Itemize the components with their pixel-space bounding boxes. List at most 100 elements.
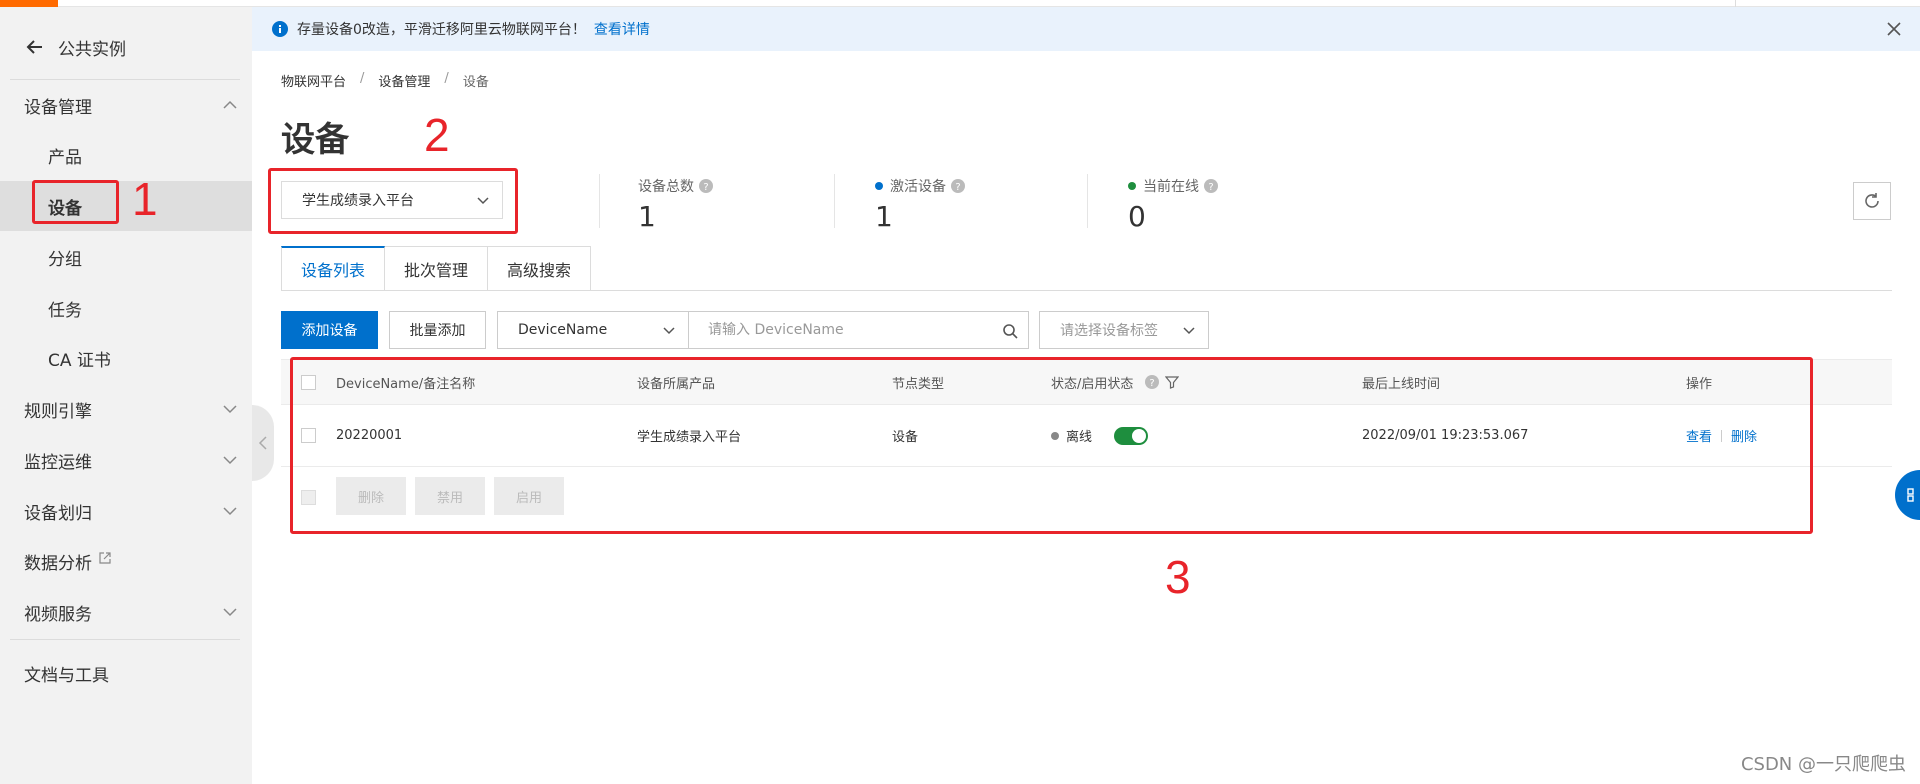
header-actions: 操作: [1686, 376, 1713, 392]
sidebar-item-ca-certs[interactable]: CA 证书: [0, 333, 252, 383]
header-last-online: 最后上线时间: [1362, 376, 1441, 392]
table-header: DeviceName/备注名称 设备所属产品 节点类型 状态/启用状态 ? 最后…: [281, 359, 1892, 405]
notice-text: 存量设备0改造，平滑迁移阿里云物联网平台！: [297, 22, 586, 38]
search-input[interactable]: [689, 312, 979, 348]
sidebar-item-tasks[interactable]: 任务: [0, 283, 252, 333]
tab-batch-management[interactable]: 批次管理: [385, 246, 489, 291]
sidebar-item-label: 文档与工具: [24, 665, 109, 686]
select-all-checkbox[interactable]: [301, 374, 316, 390]
svg-text:?: ?: [1208, 182, 1213, 193]
breadcrumb-current: 设备: [462, 75, 489, 90]
search-field-select[interactable]: DeviceName: [497, 311, 689, 349]
sidebar-item-label: 规则引擎: [24, 401, 92, 422]
tab-advanced-search[interactable]: 高级搜索: [488, 246, 592, 291]
floating-apps-button[interactable]: [1895, 470, 1920, 520]
stat-label: 激活设备: [890, 179, 946, 195]
help-icon[interactable]: ?: [699, 179, 713, 193]
sidebar-item-video-service[interactable]: 视频服务: [0, 587, 252, 637]
header-node-type: 节点类型: [892, 376, 945, 392]
help-icon[interactable]: ?: [1145, 375, 1160, 389]
sidebar-item-label: 设备划归: [24, 503, 92, 524]
view-device-link[interactable]: 查看: [1686, 426, 1712, 445]
batch-add-button[interactable]: 批量添加: [389, 311, 486, 349]
stat-value: 1: [638, 200, 656, 233]
enable-toggle[interactable]: [1114, 426, 1149, 445]
sidebar-item-label: 监控运维: [24, 452, 92, 473]
device-tabs: 设备列表 批次管理 高级搜索: [281, 246, 592, 291]
info-icon: [272, 21, 288, 37]
notice-details-link[interactable]: 查看详情: [594, 19, 650, 39]
header-status-label: 状态/启用状态: [1051, 376, 1134, 392]
sidebar-item-data-analysis[interactable]: 数据分析: [0, 536, 252, 586]
stat-value: 0: [1128, 200, 1146, 233]
sidebar-item-groups[interactable]: 分组: [0, 232, 252, 282]
chevron-down-icon: [223, 405, 237, 414]
sidebar-item-label: 设备: [48, 198, 82, 219]
sidebar-item-rule-engine[interactable]: 规则引擎: [0, 384, 252, 434]
notice-banner: 存量设备0改造，平滑迁移阿里云物联网平台！ 查看详情: [252, 7, 1920, 51]
tab-device-list[interactable]: 设备列表: [281, 246, 386, 291]
search-field-value: DeviceName: [518, 322, 608, 338]
svg-text:?: ?: [955, 182, 960, 193]
close-icon[interactable]: [1886, 21, 1902, 37]
chevron-left-icon: [258, 436, 267, 450]
cell-product: 学生成绩录入平台: [637, 430, 742, 445]
delete-device-link[interactable]: 删除: [1731, 426, 1757, 445]
app-root: 公共实例 设备管理 产品 设备 分组 任务 CA 证书 规则引擎 监控运维 设备…: [0, 0, 1920, 784]
breadcrumb: 物联网平台 / 设备管理 / 设备: [281, 71, 489, 90]
brand-accent: [0, 0, 58, 7]
batch-disable-button[interactable]: 禁用: [415, 477, 485, 515]
chevron-down-icon: [223, 507, 237, 516]
sidebar-item-device-assignment[interactable]: 设备划归: [0, 486, 252, 536]
svg-text:?: ?: [1150, 378, 1155, 389]
refresh-icon: [1865, 193, 1879, 208]
sidebar-item-label: CA 证书: [48, 350, 111, 371]
sidebar-item-monitoring[interactable]: 监控运维: [0, 435, 252, 485]
device-table: DeviceName/备注名称 设备所属产品 节点类型 状态/启用状态 ? 最后…: [281, 359, 1892, 527]
add-device-button[interactable]: 添加设备: [281, 311, 378, 349]
batch-delete-button[interactable]: 删除: [336, 477, 406, 515]
top-bar: [0, 0, 1920, 7]
device-tag-placeholder: 请选择设备标签: [1060, 323, 1158, 339]
annotation-number-1: 1: [132, 173, 158, 225]
stat-divider: [599, 174, 600, 228]
sidebar-divider: [10, 639, 240, 640]
breadcrumb-iot-platform[interactable]: 物联网平台: [281, 71, 346, 90]
cell-node-type: 设备: [892, 430, 919, 445]
arrow-left-icon: [26, 40, 42, 54]
select-all-cell: [301, 360, 316, 404]
help-icon[interactable]: ?: [1204, 179, 1218, 193]
external-link-icon: [99, 552, 111, 564]
sidebar-item-label: 任务: [48, 300, 82, 321]
action-separator: [1721, 429, 1723, 442]
cell-device-name: 20220001: [336, 428, 403, 443]
breadcrumb-separator: /: [444, 71, 449, 86]
header-device-name: DeviceName/备注名称: [336, 376, 476, 392]
sidebar-collapse-handle[interactable]: [252, 405, 274, 481]
row-checkbox[interactable]: [301, 428, 316, 443]
sidebar: 公共实例 设备管理 产品 设备 分组 任务 CA 证书 规则引擎 监控运维 设备…: [0, 7, 252, 784]
svg-text:?: ?: [703, 182, 708, 193]
search-icon[interactable]: [1002, 323, 1018, 339]
help-icon[interactable]: ?: [951, 179, 965, 193]
product-select[interactable]: 学生成绩录入平台: [281, 181, 503, 219]
cell-actions: 查看 删除: [1686, 405, 1757, 466]
chevron-down-icon: [223, 456, 237, 465]
sidebar-item-device-management[interactable]: 设备管理: [0, 80, 252, 130]
footer-checkbox[interactable]: [301, 489, 316, 505]
breadcrumb-device-management[interactable]: 设备管理: [378, 71, 430, 90]
sidebar-item-devices[interactable]: 设备: [0, 181, 252, 231]
row-select-cell: [301, 405, 316, 466]
sidebar-item-products[interactable]: 产品: [0, 130, 252, 180]
status-text: 离线: [1066, 430, 1093, 445]
stat-value: 1: [875, 200, 893, 233]
batch-enable-button[interactable]: 启用: [494, 477, 564, 515]
device-tag-select[interactable]: 请选择设备标签: [1039, 311, 1209, 349]
sidebar-item-label: 设备管理: [24, 97, 92, 118]
sidebar-item-docs-tools[interactable]: 文档与工具: [0, 648, 252, 698]
chevron-down-icon: [663, 327, 675, 335]
status-dot-blue: [875, 182, 883, 190]
refresh-button[interactable]: [1853, 182, 1891, 220]
back-to-instances[interactable]: 公共实例: [0, 27, 252, 67]
filter-icon[interactable]: [1165, 375, 1180, 389]
